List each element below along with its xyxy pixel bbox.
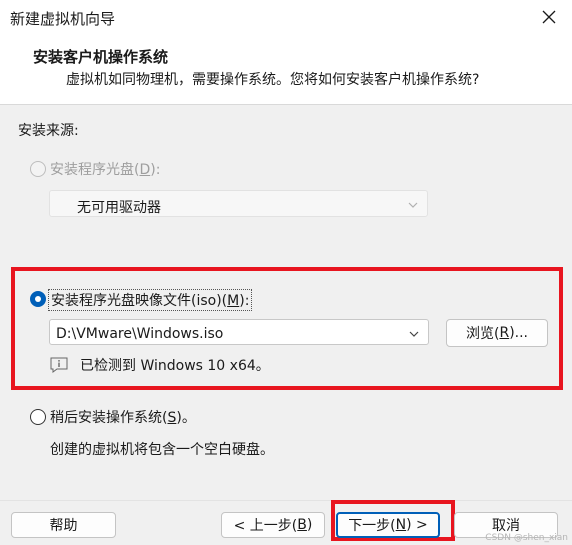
drive-dropdown-value: 无可用驱动器 (77, 200, 161, 216)
chevron-down-icon (409, 331, 419, 337)
page-title: 安装客户机操作系统 (33, 48, 169, 66)
option-install-disc-label: 安装程序光盘(D): (50, 162, 161, 178)
title-bar: 新建虚拟机向导 (0, 0, 572, 34)
option-install-later-label: 稍后安装操作系统(S)。 (50, 410, 196, 426)
back-button[interactable]: < 上一步(B) (221, 512, 325, 538)
drive-dropdown[interactable]: 无可用驱动器 (49, 190, 428, 217)
radio-install-disc[interactable] (30, 161, 46, 177)
close-icon (542, 10, 556, 24)
page-subtitle: 虚拟机如同物理机，需要操作系统。您将如何安装客户机操作系统? (66, 72, 480, 88)
next-button[interactable]: 下一步(N) > (336, 512, 440, 538)
detected-os-text: 已检测到 Windows 10 x64。 (80, 358, 270, 374)
browse-button[interactable]: 浏览(R)... (446, 319, 548, 347)
later-install-note: 创建的虚拟机将包含一个空白硬盘。 (50, 442, 274, 458)
iso-path-dropdown[interactable]: D:\VMware\Windows.iso (49, 319, 429, 345)
iso-path-value: D:\VMware\Windows.iso (56, 326, 224, 342)
radio-install-later[interactable] (30, 409, 46, 425)
radio-install-iso[interactable] (30, 291, 46, 307)
info-icon (50, 357, 68, 373)
chevron-down-icon (408, 202, 418, 208)
option-install-iso-label: 安装程序光盘映像文件(iso)(M): (48, 289, 253, 311)
help-button[interactable]: 帮助 (11, 512, 116, 538)
install-source-label: 安装来源: (18, 123, 79, 139)
window-title: 新建虚拟机向导 (10, 10, 116, 28)
close-button[interactable] (526, 0, 572, 34)
wizard-header: 安装客户机操作系统 虚拟机如同物理机，需要操作系统。您将如何安装客户机操作系统? (0, 34, 572, 105)
watermark: CSDN @shen_xian (485, 533, 568, 543)
